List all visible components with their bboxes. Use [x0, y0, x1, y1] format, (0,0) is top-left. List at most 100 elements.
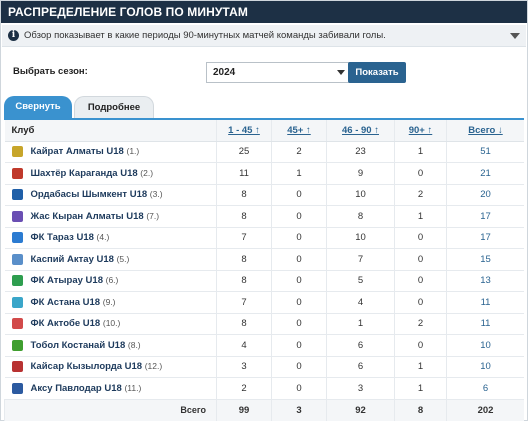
cell-1-45: 2 [216, 377, 272, 400]
club-logo-icon [11, 382, 23, 394]
cell-46-90: 5 [326, 270, 395, 292]
club-name-link[interactable]: ФК Атырау U18 [31, 275, 103, 286]
club-cell: Шахтёр Караганда U18 (2.) [4, 162, 217, 185]
cell-1-45: 11 [216, 162, 272, 185]
cell-total[interactable]: 10 [446, 356, 524, 378]
cell-1-45: 8 [216, 313, 272, 335]
club-name-link[interactable]: Тобол Костанай U18 [31, 340, 126, 351]
club-cell: ФК Атырау U18 (6.) [4, 270, 217, 292]
cell-total[interactable]: 17 [446, 205, 524, 228]
footer-45-plus: 3 [271, 399, 327, 421]
cell-1-45: 8 [216, 270, 272, 292]
club-name-link[interactable]: Шахтёр Караганда U18 [31, 168, 138, 179]
cell-45-plus: 0 [271, 184, 327, 206]
club-name-link[interactable]: ФК Астана U18 [31, 297, 101, 308]
info-bar[interactable]: i Обзор показывает в какие периоды 90-ми… [2, 25, 526, 47]
tab-collapse[interactable]: Свернуть [4, 96, 72, 118]
sort-link-90-plus[interactable]: 90+ ↑ [409, 125, 433, 136]
club-rank: (7.) [146, 210, 160, 221]
season-dropdown[interactable]: 2024 [206, 62, 352, 83]
cell-total[interactable]: 20 [446, 184, 524, 206]
table-row: Жас Кыран Алматы U18 (7.) 8 0 8 1 17 [4, 205, 524, 228]
cell-total[interactable]: 13 [446, 270, 524, 292]
chevron-down-icon[interactable] [510, 33, 520, 39]
club-rank: (1.) [126, 146, 140, 157]
tab-details[interactable]: Подробнее [74, 96, 154, 118]
table-row: Аксу Павлодар U18 (11.) 2 0 3 1 6 [4, 377, 524, 400]
club-logo-icon [11, 296, 23, 308]
cell-45-plus: 0 [271, 248, 327, 271]
club-rank: (10.) [102, 318, 121, 329]
cell-total[interactable]: 21 [446, 162, 524, 185]
column-header-45-plus[interactable]: 45+ ↑ [271, 120, 327, 142]
cell-46-90: 9 [326, 162, 395, 185]
club-rank: (8.) [127, 339, 141, 350]
cell-90-plus: 2 [394, 313, 447, 335]
cell-90-plus: 0 [394, 291, 447, 314]
club-name-link[interactable]: Жас Кыран Алматы U18 [31, 211, 144, 222]
cell-total[interactable]: 6 [446, 377, 524, 400]
cell-total[interactable]: 11 [446, 291, 524, 314]
club-cell: ФК Тараз U18 (4.) [4, 227, 217, 249]
cell-90-plus: 1 [394, 377, 447, 400]
cell-1-45: 8 [216, 248, 272, 271]
cell-46-90: 6 [326, 356, 395, 378]
table-row: Шахтёр Караганда U18 (2.) 11 1 9 0 21 [4, 162, 524, 185]
club-logo-icon [11, 339, 23, 351]
info-text: Обзор показывает в какие периоды 90-мину… [24, 30, 386, 41]
table-row: Каспий Актау U18 (5.) 8 0 7 0 15 [4, 248, 524, 271]
table-row: ФК Актобе U18 (10.) 8 0 1 2 11 [4, 313, 524, 335]
cell-90-plus: 0 [394, 162, 447, 185]
club-name-link[interactable]: Кайрат Алматы U18 [31, 146, 124, 157]
club-name-link[interactable]: ФК Тараз U18 [31, 232, 94, 243]
club-name-link[interactable]: Ордабасы Шымкент U18 [31, 189, 148, 200]
club-rank: (3.) [149, 189, 163, 200]
club-cell: Ордабасы Шымкент U18 (3.) [4, 184, 217, 206]
cell-total[interactable]: 15 [446, 248, 524, 271]
cell-45-plus: 2 [271, 141, 327, 163]
table-row: ФК Атырау U18 (6.) 8 0 5 0 13 [4, 270, 524, 292]
column-header-total[interactable]: Всего ↓ [446, 120, 524, 142]
club-name-link[interactable]: Каспий Актау U18 [31, 254, 114, 265]
cell-total[interactable]: 51 [446, 141, 524, 163]
footer-46-90: 92 [326, 399, 395, 421]
info-icon: i [8, 30, 19, 41]
cell-total[interactable]: 10 [446, 334, 524, 357]
cell-45-plus: 0 [271, 313, 327, 335]
club-rank: (11.) [124, 382, 142, 393]
club-name-link[interactable]: Аксу Павлодар U18 [31, 383, 122, 394]
club-logo-icon [11, 275, 23, 287]
cell-1-45: 3 [216, 356, 272, 378]
sort-link-1-45[interactable]: 1 - 45 ↑ [228, 125, 260, 136]
table-body: Кайрат Алматы U18 (1.) 25 2 23 1 51 Шахтёр Кар… [4, 141, 524, 400]
club-rank: (9.) [102, 296, 116, 307]
table-header-row: Клуб 1 - 45 ↑ 45+ ↑ 46 - 90 ↑ 90+ ↑ Всег… [4, 120, 524, 142]
cell-46-90: 7 [326, 248, 395, 271]
cell-total[interactable]: 17 [446, 227, 524, 249]
club-logo-icon [11, 146, 23, 158]
cell-total[interactable]: 11 [446, 313, 524, 335]
club-cell: Аксу Павлодар U18 (11.) [4, 377, 217, 400]
club-name-link[interactable]: Кайсар Кызылорда U18 [31, 361, 143, 372]
club-cell: ФК Астана U18 (9.) [4, 291, 217, 314]
column-header-46-90[interactable]: 46 - 90 ↑ [326, 120, 395, 142]
sort-link-46-90[interactable]: 46 - 90 ↑ [342, 125, 379, 136]
cell-46-90: 6 [326, 334, 395, 357]
cell-45-plus: 0 [271, 205, 327, 228]
club-name-link[interactable]: ФК Актобе U18 [31, 318, 101, 329]
sort-link-total[interactable]: Всего ↓ [468, 125, 502, 136]
season-selected-value: 2024 [213, 67, 236, 78]
footer-1-45: 99 [216, 399, 272, 421]
show-button[interactable]: Показать [348, 62, 406, 83]
cell-46-90: 10 [326, 227, 395, 249]
cell-46-90: 4 [326, 291, 395, 314]
cell-45-plus: 0 [271, 291, 327, 314]
cell-45-plus: 0 [271, 270, 327, 292]
club-logo-icon [11, 361, 23, 373]
sort-link-45-plus[interactable]: 45+ ↑ [287, 125, 311, 136]
cell-46-90: 23 [326, 141, 395, 163]
column-header-1-45[interactable]: 1 - 45 ↑ [216, 120, 272, 142]
club-logo-icon [11, 210, 23, 222]
column-header-90-plus[interactable]: 90+ ↑ [394, 120, 447, 142]
table-row: Ордабасы Шымкент U18 (3.) 8 0 10 2 20 [4, 184, 524, 206]
